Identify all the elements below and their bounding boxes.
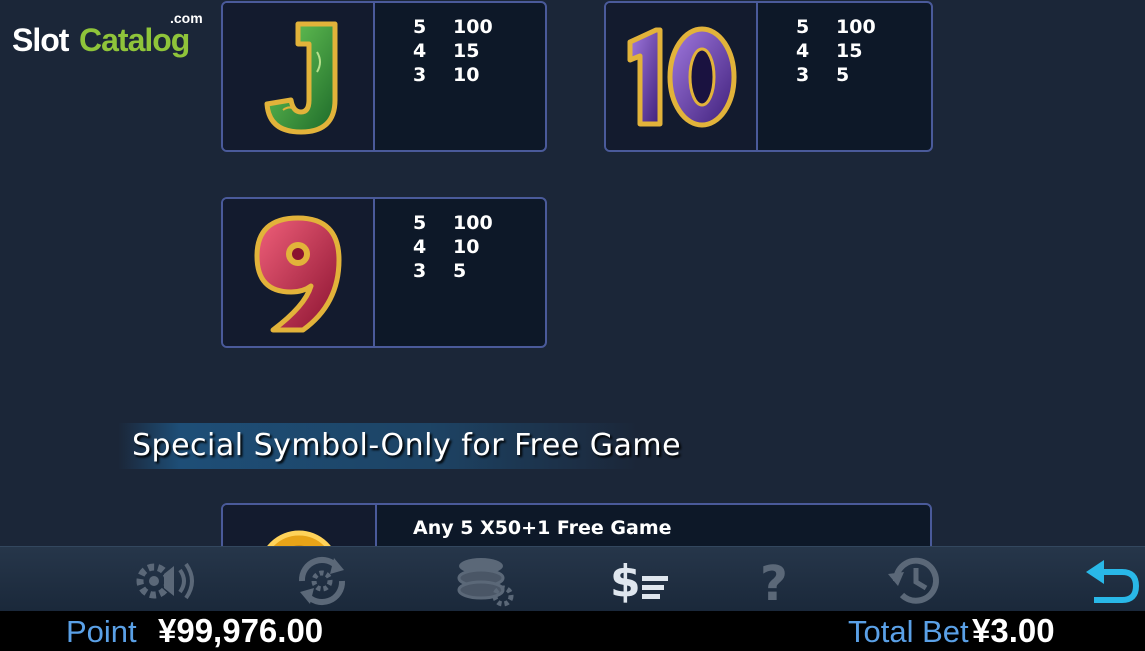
svg-text:$: $: [610, 556, 641, 607]
pay-row: 5 100: [413, 16, 493, 38]
history-icon: [888, 557, 939, 604]
autoplay-icon: [298, 556, 346, 606]
logo-com-text: .com: [170, 10, 203, 26]
paytable-card-10: 5 100 4 15 35: [604, 1, 933, 152]
history-button[interactable]: [882, 553, 946, 609]
logo-slot-text: Slot: [12, 22, 69, 58]
paytable-card-9: 5 100 4 10 35: [221, 197, 547, 348]
help-button[interactable]: ?: [744, 553, 808, 609]
back-button[interactable]: [1078, 553, 1142, 609]
pay-row: 4 15: [796, 40, 863, 62]
back-icon: [1086, 560, 1140, 603]
logo-catalog-text: Catalog: [79, 22, 190, 58]
point-value: ¥99,976.00: [158, 612, 324, 649]
pay-row: 4 15: [413, 40, 480, 62]
total-bet-label: Total Bet: [848, 614, 969, 649]
section-title: Special Symbol-Only for Free Game: [132, 428, 682, 463]
pay-row: 35: [796, 64, 850, 86]
symbol-10-icon: [606, 3, 758, 150]
slotcatalog-logo: Slot Catalog .com: [12, 10, 212, 60]
special-symbol-text: Any 5 X50+1 Free Game: [413, 517, 672, 539]
chips-settings-icon: [457, 558, 514, 607]
chips-settings-button[interactable]: [452, 553, 516, 609]
total-bet-value: ¥3.00: [972, 612, 1055, 649]
paytable-button[interactable]: $: [608, 553, 672, 609]
point-label: Point: [66, 614, 137, 649]
symbol-j-icon: [223, 3, 375, 150]
paytable-card-j: 5 100 4 15 3 10: [221, 1, 547, 152]
pay-row: 4 10: [413, 236, 480, 258]
paytable-icon: $: [610, 556, 668, 607]
pay-row: 5 100: [413, 212, 493, 234]
pay-row: 3 10: [413, 64, 480, 86]
pay-row: 35: [413, 260, 467, 282]
svg-text:?: ?: [760, 556, 788, 608]
help-icon: ?: [760, 556, 788, 608]
pay-row: 5 100: [796, 16, 876, 38]
sound-settings-icon: [136, 562, 194, 600]
symbol-9-icon: [223, 199, 375, 346]
bottom-toolbar: $ ?: [0, 546, 1145, 613]
sound-settings-button[interactable]: [133, 553, 197, 609]
autoplay-button[interactable]: [290, 553, 354, 609]
